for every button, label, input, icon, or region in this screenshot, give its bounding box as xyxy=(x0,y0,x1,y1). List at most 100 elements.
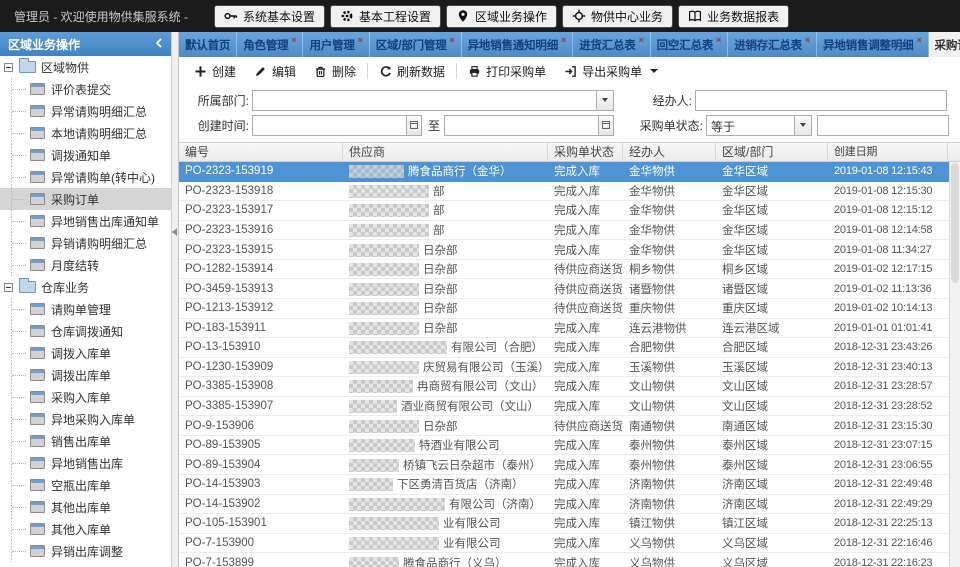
tree-node[interactable]: 异地销售出库通知单 xyxy=(0,210,171,232)
tab[interactable]: 默认首页 xyxy=(179,32,237,57)
panel-collapse-icon[interactable] xyxy=(155,37,163,51)
tab-close-icon[interactable]: × xyxy=(805,35,810,45)
chevron-down-icon[interactable] xyxy=(596,91,613,110)
calendar-icon[interactable] xyxy=(406,116,421,135)
tab[interactable]: 回空汇总表 × xyxy=(651,32,729,57)
table-row[interactable]: PO-89-153904 桥镇飞云日杂超市（泰州） 完成入库 泰州物供 泰州区域… xyxy=(179,455,960,475)
tab-close-icon[interactable]: × xyxy=(716,35,721,45)
tree-node[interactable]: 区域物供 xyxy=(0,56,171,78)
splitter-collapse-arrow-icon[interactable] xyxy=(172,228,177,236)
menu-engineering-settings-button[interactable]: 基本工程设置 xyxy=(330,5,441,28)
status-operator-select[interactable]: 等于 xyxy=(706,115,812,136)
tab[interactable]: 采购订单 × xyxy=(929,32,960,57)
table-row[interactable]: PO-1230-153909 庆贸易有限公司（玉溪） 完成入库 玉溪物供 玉溪区… xyxy=(179,358,960,378)
tab-close-icon[interactable]: × xyxy=(561,35,566,45)
table-row[interactable]: PO-3459-153913 日杂部 待供应商送货 诸暨物供 诸暨区域 2019… xyxy=(179,279,960,299)
table-row[interactable]: PO-3385-153908 冉商贸有限公司（文山） 完成入库 文山物供 文山区… xyxy=(179,377,960,397)
column-header-supplier[interactable]: 供应商 xyxy=(343,143,548,161)
tab[interactable]: 角色管理 × xyxy=(237,32,303,57)
menu-supply-center-button[interactable]: 物供中心业务 xyxy=(562,5,673,28)
tree-node[interactable]: 调拨入库单 xyxy=(0,342,171,364)
tree-node[interactable]: 请购单管理 xyxy=(0,298,171,320)
tab-close-icon[interactable]: × xyxy=(291,35,296,45)
column-header-handler[interactable]: 经办人 xyxy=(623,143,716,161)
column-header-order-id[interactable]: 编号 xyxy=(179,143,343,161)
menu-regional-operations-button[interactable]: 区域业务操作 xyxy=(446,5,557,28)
tree-node[interactable]: 仓库调拨通知 xyxy=(0,320,171,342)
menu-system-settings-button[interactable]: 系统基本设置 xyxy=(214,5,325,28)
table-row[interactable]: PO-183-153911 日杂部 完成入库 连云港物供 连云港区域 2019-… xyxy=(179,319,960,339)
tab[interactable]: 区域/部门管理 × xyxy=(370,32,462,57)
tab[interactable]: 异地销售调整明细 × xyxy=(817,32,928,57)
gear-icon xyxy=(340,9,354,23)
table-row[interactable]: PO-3385-153907 酒业商贸有限公司（文山） 完成入库 文山物供 文山… xyxy=(179,397,960,417)
table-row[interactable]: PO-2323-153919 腾食品商行（金华） 完成入库 金华物供 金华区域 … xyxy=(179,162,960,182)
create-button[interactable]: 创建 xyxy=(185,59,245,83)
cell-status: 完成入库 xyxy=(548,163,623,179)
handler-input[interactable] xyxy=(696,91,946,110)
table-row[interactable]: PO-14-153902 有限公司（济南） 完成入库 济南物供 济南区域 201… xyxy=(179,495,960,515)
created-from-input[interactable] xyxy=(253,116,406,135)
tree-node[interactable]: 异销请购明细汇总 xyxy=(0,232,171,254)
calendar-icon[interactable] xyxy=(598,116,613,135)
tab[interactable]: 进销存汇总表 × xyxy=(728,32,817,57)
status-value-input[interactable] xyxy=(818,116,948,135)
edit-button[interactable]: 编辑 xyxy=(245,59,305,83)
scrollbar-thumb[interactable] xyxy=(951,163,959,283)
cell-order-id: PO-13-153910 xyxy=(179,341,343,353)
table-row[interactable]: PO-7-153900 业有限公司 完成入库 义乌物供 义乌区域 2018-12… xyxy=(179,534,960,554)
export-order-button[interactable]: 导出采购单 xyxy=(555,59,667,83)
tree-node[interactable]: 空瓶出库单 xyxy=(0,474,171,496)
tree-node[interactable]: 其他入库单 xyxy=(0,518,171,540)
tree-node[interactable]: 异销出库调整 xyxy=(0,540,171,562)
print-order-button[interactable]: 打印采购单 xyxy=(459,59,555,83)
table-row[interactable]: PO-13-153910 有限公司（合肥） 完成入库 合肥物供 合肥区域 201… xyxy=(179,338,960,358)
table-row[interactable]: PO-9-153906 日杂部 待供应商送货 南通物供 南通区域 2018-12… xyxy=(179,416,960,436)
vertical-scrollbar[interactable] xyxy=(949,162,960,567)
table-row[interactable]: PO-2323-153915 日杂部 完成入库 金华物供 金华区域 2019-0… xyxy=(179,240,960,260)
table-row[interactable]: PO-7-153899 腾食品商行（义乌） 完成入库 义乌物供 义乌区域 201… xyxy=(179,553,960,567)
delete-button[interactable]: 删除 xyxy=(305,59,365,83)
tree-node[interactable]: 本地请购明细汇总 xyxy=(0,122,171,144)
tree-node[interactable]: 采购入库单 xyxy=(0,386,171,408)
tree-node[interactable]: 异常请购单(转中心) xyxy=(0,166,171,188)
tree-node[interactable]: 采购订单 xyxy=(0,188,171,210)
document-icon xyxy=(30,215,45,227)
tab-close-icon[interactable]: × xyxy=(358,35,363,45)
column-header-created[interactable]: 创建日期 xyxy=(828,143,948,161)
tree-node[interactable]: 调拨出库单 xyxy=(0,364,171,386)
tree-node[interactable]: 月度结转 xyxy=(0,254,171,276)
column-header-region[interactable]: 区域/部门 xyxy=(716,143,828,161)
tab-close-icon[interactable]: × xyxy=(450,35,455,45)
refresh-button[interactable]: 刷新数据 xyxy=(370,59,454,83)
tree-node[interactable]: 仓库业务 xyxy=(0,276,171,298)
table-row[interactable]: PO-1213-153912 日杂部 待供应商送货 重庆物供 重庆区域 2019… xyxy=(179,299,960,319)
table-row[interactable]: PO-1282-153914 日杂部 待供应商送货 桐乡物供 桐乡区域 2019… xyxy=(179,260,960,280)
table-row[interactable]: PO-89-153905 特酒业有限公司 完成入库 泰州物供 泰州区域 2018… xyxy=(179,436,960,456)
tree-node[interactable]: 调拨通知单 xyxy=(0,144,171,166)
tab-label: 进货汇总表 xyxy=(579,37,636,53)
table-row[interactable]: PO-2323-153916 部 完成入库 金华物供 金华区域 2019-01-… xyxy=(179,221,960,241)
department-select[interactable] xyxy=(252,90,614,111)
tree-node[interactable]: 销售出库单 xyxy=(0,430,171,452)
created-to-input[interactable] xyxy=(445,116,598,135)
tree-node[interactable]: 评价表提交 xyxy=(0,78,171,100)
tree-node[interactable]: 其他出库单 xyxy=(0,496,171,518)
tab[interactable]: 异地销售通知明细 × xyxy=(462,32,573,57)
tab-close-icon[interactable]: × xyxy=(916,35,921,45)
menu-data-reports-button[interactable]: 业务数据报表 xyxy=(678,5,789,28)
tree-expander-icon[interactable] xyxy=(4,63,13,72)
tab[interactable]: 用户管理 × xyxy=(303,32,369,57)
table-row[interactable]: PO-105-153901 业有限公司 完成入库 镇江物供 镇江区域 2018-… xyxy=(179,514,960,534)
chevron-down-icon[interactable] xyxy=(794,116,811,135)
tree-node[interactable]: 异地销售出库 xyxy=(0,452,171,474)
tree-node[interactable]: 异常请购明细汇总 xyxy=(0,100,171,122)
column-header-status[interactable]: 采购单状态 xyxy=(548,143,623,161)
tree-node[interactable]: 异地采购入库单 xyxy=(0,408,171,430)
tab[interactable]: 进货汇总表 × xyxy=(573,32,651,57)
table-row[interactable]: PO-2323-153918 部 完成入库 金华物供 金华区域 2019-01-… xyxy=(179,182,960,202)
tree-expander-icon[interactable] xyxy=(4,283,13,292)
tab-close-icon[interactable]: × xyxy=(639,35,644,45)
table-row[interactable]: PO-14-153903 下区勇清百货店（济南） 完成入库 济南物供 济南区域 … xyxy=(179,475,960,495)
table-row[interactable]: PO-2323-153917 部 完成入库 金华物供 金华区域 2019-01-… xyxy=(179,201,960,221)
